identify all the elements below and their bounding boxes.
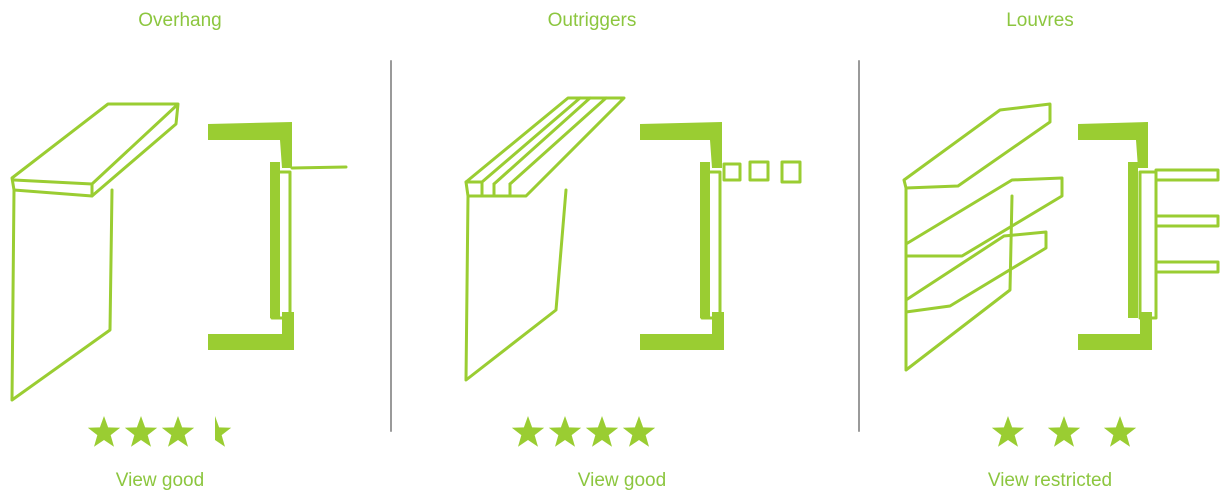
- louvres-section-sketch: [1078, 122, 1220, 350]
- star-icon: [124, 416, 158, 447]
- overhang-perspective-sketch: [10, 102, 180, 402]
- shading-sketches: [10, 96, 1220, 447]
- star-icon: [511, 416, 545, 447]
- star-icon: [991, 416, 1025, 447]
- louvres-perspective-sketch: [902, 102, 1064, 372]
- star-icon: [1047, 416, 1081, 447]
- star-icon: [161, 416, 195, 447]
- overhang-section-sketch: [208, 122, 348, 350]
- star-icon: [548, 416, 582, 447]
- rating-stars-outriggers: [511, 416, 656, 447]
- half-star-icon: [215, 416, 232, 447]
- star-icon: [1103, 416, 1137, 447]
- outriggers-perspective-sketch: [464, 96, 626, 382]
- star-icon: [87, 416, 121, 447]
- star-icon: [622, 416, 656, 447]
- outriggers-section-sketch: [640, 122, 802, 350]
- rating-stars-overhang: [87, 416, 232, 447]
- star-icon: [585, 416, 619, 447]
- rating-stars-louvres: [991, 416, 1137, 447]
